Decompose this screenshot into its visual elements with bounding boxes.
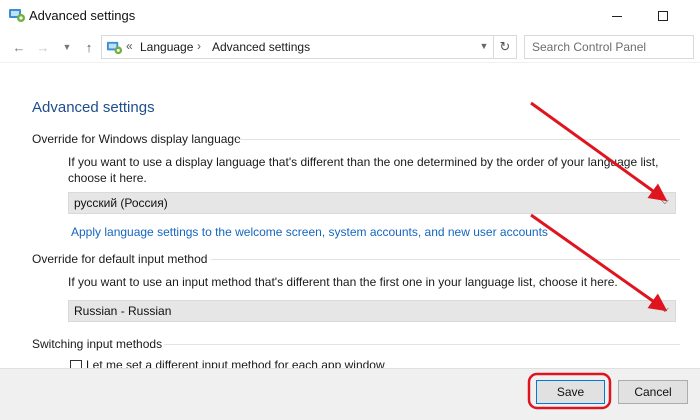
- display-language-description: If you want to use a display language th…: [68, 155, 659, 185]
- up-arrow-icon: ↑: [85, 39, 93, 55]
- apply-language-settings-link[interactable]: Apply language settings to the welcome s…: [71, 225, 548, 239]
- breadcrumb-language[interactable]: Language: [140, 40, 193, 54]
- section-divider: [211, 259, 680, 260]
- forward-arrow-icon: →: [36, 39, 50, 55]
- recent-locations-button[interactable]: ▼: [58, 38, 76, 56]
- save-button[interactable]: Save: [536, 380, 605, 404]
- breadcrumb-separator: ›: [197, 39, 201, 53]
- input-method-value: Russian - Russian: [74, 304, 172, 318]
- input-method-heading: Override for default input method: [32, 252, 208, 266]
- window-title: Advanced settings: [29, 8, 136, 23]
- breadcrumb-advanced-settings[interactable]: Advanced settings: [212, 40, 310, 54]
- address-bar[interactable]: « Language › Advanced settings: [101, 35, 494, 59]
- forward-button[interactable]: →: [34, 38, 52, 56]
- control-panel-icon: [106, 41, 123, 55]
- search-box[interactable]: [524, 35, 694, 59]
- dialog-footer: Save Cancel: [0, 368, 700, 420]
- control-panel-icon: [9, 9, 25, 22]
- section-divider: [236, 139, 680, 140]
- chevron-down-icon: ▼: [62, 42, 72, 52]
- cancel-button[interactable]: Cancel: [618, 380, 688, 404]
- back-button[interactable]: ←: [10, 38, 28, 56]
- breadcrumb-overflow[interactable]: «: [126, 39, 133, 53]
- display-language-heading: Override for Windows display language: [32, 132, 241, 146]
- chevron-down-icon: ⌵: [660, 303, 669, 315]
- maximize-icon: [658, 11, 668, 21]
- maximize-button[interactable]: [640, 0, 686, 32]
- input-method-dropdown[interactable]: Russian - Russian ⌵: [68, 300, 676, 322]
- display-language-value: русский (Россия): [74, 196, 168, 210]
- page-title: Advanced settings: [32, 99, 155, 116]
- display-language-dropdown[interactable]: русский (Россия) ⌵: [68, 192, 676, 214]
- chevron-down-icon: ⌵: [660, 195, 669, 207]
- refresh-icon: ↻: [499, 39, 511, 54]
- minimize-button[interactable]: [594, 0, 640, 32]
- section-divider: [164, 344, 680, 345]
- up-button[interactable]: ↑: [80, 38, 98, 56]
- search-input[interactable]: [525, 36, 693, 58]
- back-arrow-icon: ←: [12, 39, 26, 55]
- navigation-bar: ← → ▼ ↑ « Language › Advanced settings ▼…: [0, 32, 700, 62]
- refresh-button[interactable]: ↻: [494, 35, 517, 59]
- input-method-description: If you want to use an input method that'…: [68, 275, 618, 289]
- main-content: Advanced settings Override for Windows d…: [0, 62, 700, 372]
- switching-input-heading: Switching input methods: [32, 337, 163, 351]
- chevron-down-icon: ▼: [479, 41, 489, 51]
- title-bar: Advanced settings: [0, 0, 700, 32]
- minimize-icon: [612, 15, 622, 17]
- address-history-button[interactable]: ▼: [474, 35, 494, 57]
